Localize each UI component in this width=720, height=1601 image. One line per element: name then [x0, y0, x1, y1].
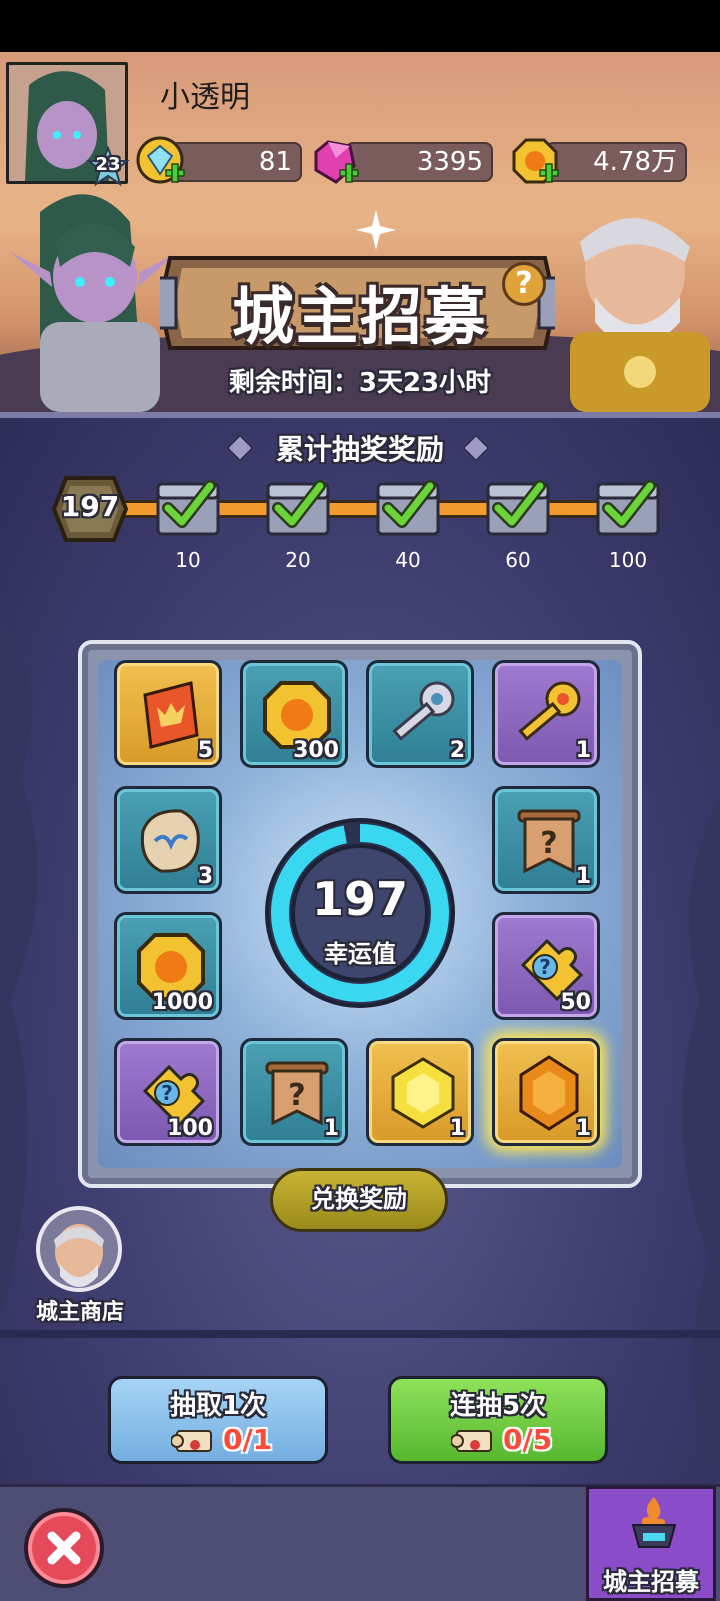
reward-quantity: 300 [293, 738, 339, 763]
diamond-add-button[interactable] [136, 136, 188, 188]
diamond-amount: 81 [170, 142, 302, 182]
milestone-label: 20 [285, 548, 311, 572]
milestone-label: 10 [175, 548, 201, 572]
draw-five-label: 连抽5次 [449, 1391, 547, 1421]
reward-slot[interactable]: 300 [240, 660, 348, 768]
reward-slot[interactable]: 1 [492, 1038, 600, 1146]
svg-text:?: ? [288, 1078, 305, 1113]
reward-slot[interactable]: 1 [366, 1038, 474, 1146]
milestone-label: 60 [505, 548, 531, 572]
gem-add-button[interactable] [310, 136, 362, 188]
close-button[interactable] [24, 1508, 104, 1588]
right-tree-silhouette [682, 800, 720, 1500]
lord-shop-label: 城主商店 [35, 1300, 124, 1325]
reward-quantity: 100 [167, 1116, 213, 1141]
milestone-chest[interactable] [154, 476, 222, 538]
reward-slot[interactable]: 2 [366, 660, 474, 768]
gold-amount: 4.78万 [545, 142, 687, 182]
reward-slot[interactable]: ? 100 [114, 1038, 222, 1146]
reward-slot[interactable]: ? 1 [492, 786, 600, 894]
sparkle-icon [356, 210, 396, 250]
recruit-scroll-icon [451, 1430, 492, 1452]
milestone-chest[interactable] [484, 476, 552, 538]
player-level-badge: 23 [86, 145, 130, 190]
draw-once-progress: 0/1 [223, 1423, 273, 1456]
claimed-chest-icon [156, 480, 220, 536]
help-button[interactable]: ? [502, 262, 546, 306]
draw-once-label: 抽取1次 [169, 1391, 267, 1421]
pink-gem-icon [314, 140, 359, 184]
gold-add-button[interactable] [510, 136, 562, 188]
svg-text:?: ? [540, 826, 557, 861]
draw-five-button[interactable]: 连抽5次 0/5 [388, 1376, 608, 1464]
paladin-character-art [570, 217, 710, 412]
reward-quantity: 1 [575, 1116, 591, 1141]
recruit-scroll-icon [171, 1430, 212, 1452]
blue-gem-icon [136, 136, 185, 184]
svg-text:?: ? [539, 955, 551, 979]
event-title: 城主招募 [231, 280, 488, 353]
reward-quantity: 2 [449, 738, 465, 763]
reward-quantity: 1 [323, 1116, 339, 1141]
reward-slot[interactable]: ? 1 [240, 1038, 348, 1146]
exchange-rewards-button[interactable]: 兑换奖励 [270, 1168, 448, 1232]
reward-quantity: 1000 [151, 990, 213, 1015]
svg-text:?: ? [161, 1081, 173, 1105]
reward-quantity: 1 [575, 738, 591, 763]
claimed-chest-icon [376, 480, 440, 536]
panel-separator [0, 1330, 720, 1338]
milestone-label: 40 [395, 548, 421, 572]
close-icon [47, 1531, 81, 1565]
claimed-chest-icon [486, 480, 550, 536]
paladin-portrait-icon [54, 1224, 104, 1287]
status-bar [0, 0, 720, 52]
draw-five-progress: 0/5 [503, 1423, 553, 1456]
draw-once-button[interactable]: 抽取1次 0/1 [108, 1376, 328, 1464]
claimed-chest-icon [266, 480, 330, 536]
luck-label: 幸运值 [324, 940, 396, 968]
header-divider [0, 412, 720, 418]
reward-slot[interactable]: 5 [114, 660, 222, 768]
milestone-chest[interactable] [594, 476, 662, 538]
remaining-time: 剩余时间：3天23小时 [228, 368, 492, 398]
reward-slot[interactable]: 1000 [114, 912, 222, 1020]
reward-quantity: 5 [197, 738, 213, 763]
reward-quantity: 3 [197, 864, 213, 889]
milestone-chest[interactable] [264, 476, 332, 538]
nav-tab-label: 城主招募 [603, 1568, 699, 1596]
milestone-label: 100 [608, 548, 648, 572]
lord-shop-button[interactable] [36, 1206, 122, 1292]
reward-quantity: 1 [575, 864, 591, 889]
draw-count-value: 197 [60, 490, 120, 523]
luck-value: 197 [311, 872, 409, 926]
milestone-chest[interactable] [374, 476, 442, 538]
reward-quantity: 1 [449, 1116, 465, 1141]
reward-slot[interactable]: ? 50 [492, 912, 600, 1020]
player-name: 小透明 [160, 80, 250, 115]
player-level-text: 23 [95, 154, 121, 175]
reward-quantity: 50 [560, 990, 591, 1015]
brazier-icon [631, 1497, 677, 1548]
claimed-chest-icon [596, 480, 660, 536]
reward-slot[interactable]: 1 [492, 660, 600, 768]
gem-amount: 3395 [345, 142, 493, 182]
reward-slot[interactable]: 3 [114, 786, 222, 894]
gold-coin-icon [512, 138, 559, 184]
